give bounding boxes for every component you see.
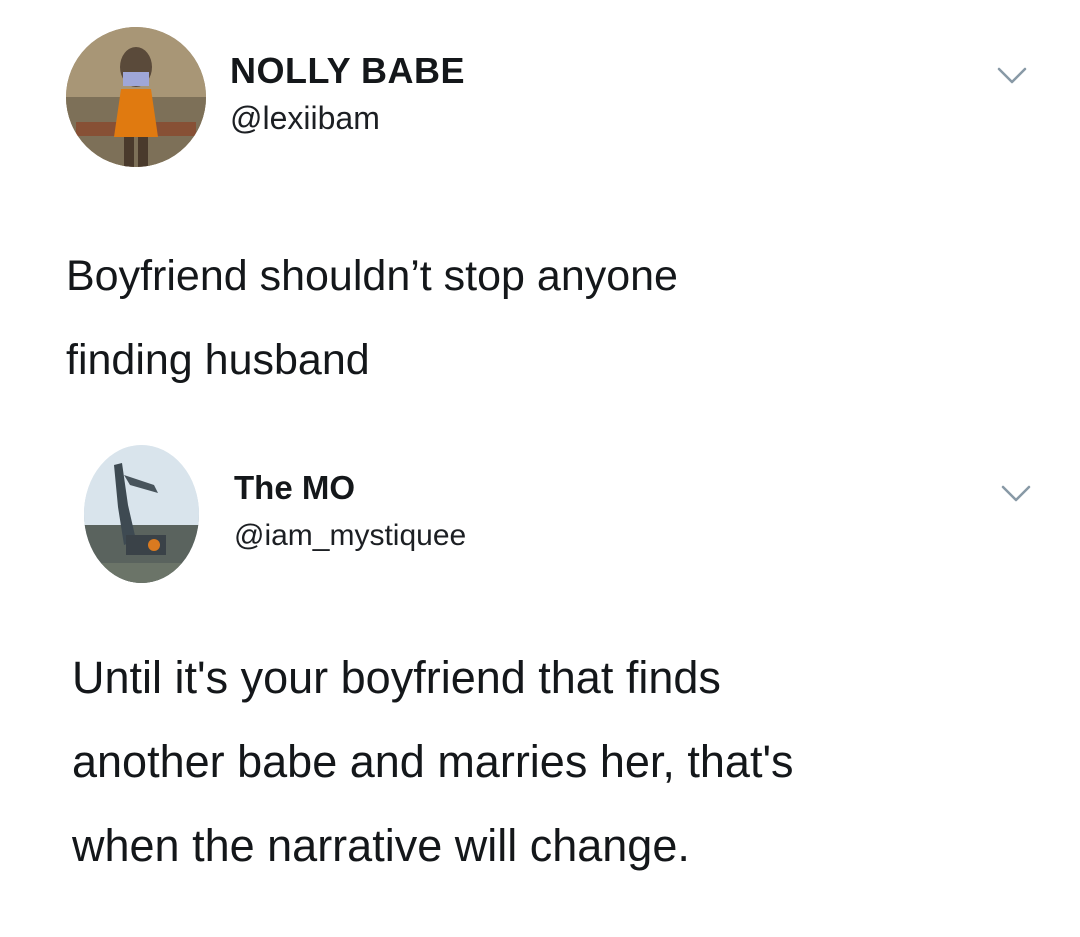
avatar[interactable] bbox=[84, 445, 199, 583]
tweet-original: NOLLY BABE @lexiibam Boyfriend shouldn’t… bbox=[0, 0, 1080, 420]
tweet-text: Until it's your boyfriend that finds ano… bbox=[72, 652, 794, 871]
author-name[interactable]: NOLLY BABE bbox=[230, 50, 465, 92]
author-name[interactable]: The MO bbox=[234, 469, 355, 507]
author-handle[interactable]: @iam_mystiquee bbox=[234, 519, 466, 553]
avatar-image bbox=[66, 27, 206, 167]
chevron-down-icon[interactable] bbox=[996, 66, 1028, 86]
author-handle[interactable]: @lexiibam bbox=[230, 100, 380, 137]
avatar-image bbox=[84, 445, 199, 583]
tweet-reply: The MO @iam_mystiquee Until it's your bo… bbox=[0, 440, 1080, 937]
avatar[interactable] bbox=[66, 27, 206, 167]
tweet-text: Boyfriend shouldn’t stop anyone finding … bbox=[66, 252, 678, 384]
chevron-down-icon[interactable] bbox=[1000, 484, 1032, 504]
